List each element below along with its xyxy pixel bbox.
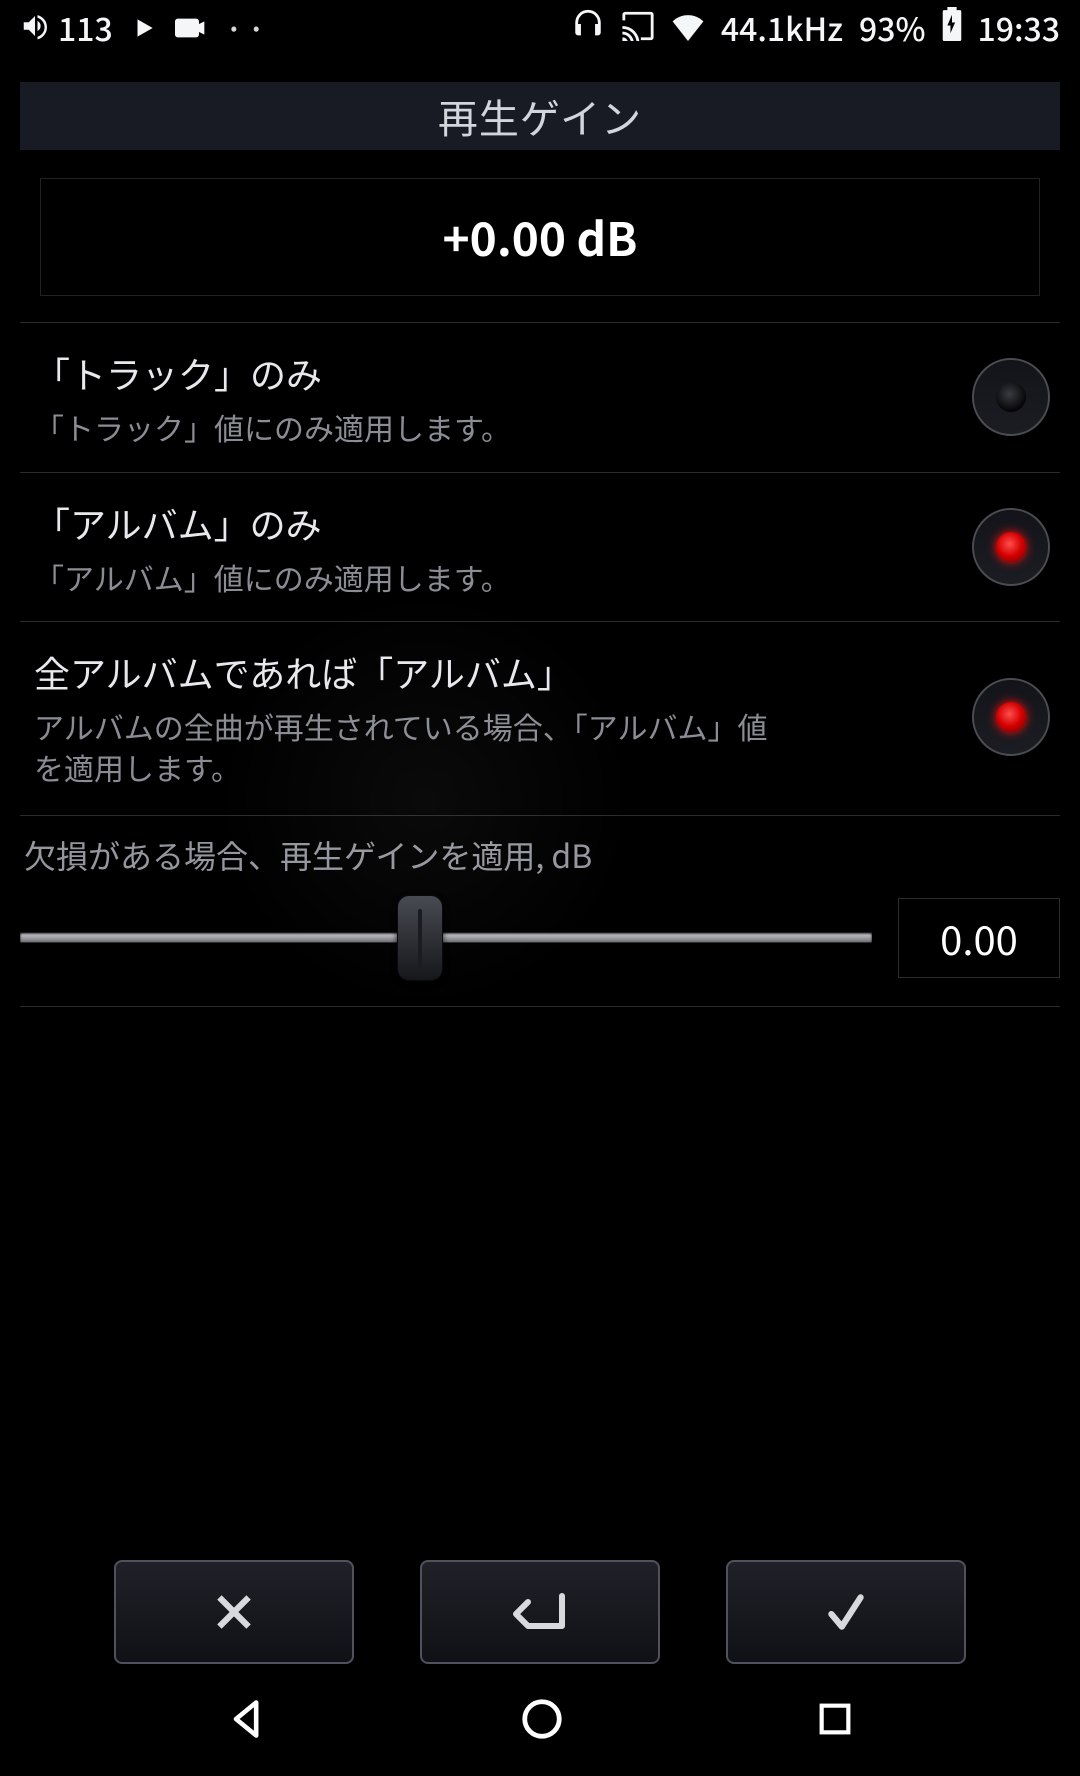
slider-label: 欠損がある場合、再生ゲインを適用, dB xyxy=(24,832,1060,878)
play-icon xyxy=(131,5,157,51)
option-row-album-if-full[interactable]: 全アルバムであれば「アルバム」 アルバムの全曲が再生されている場合、「アルバム」… xyxy=(20,621,1060,811)
option-row-track-only[interactable]: 「トラック」のみ 「トラック」値にのみ適用します。 xyxy=(20,322,1060,472)
sample-rate: 44.1kHz xyxy=(721,5,843,51)
slider-track xyxy=(20,933,872,944)
radio-album-only[interactable] xyxy=(972,508,1050,586)
nav-home-button[interactable] xyxy=(519,1696,565,1747)
cast-icon xyxy=(621,5,655,51)
option-title: 全アルバムであれば「アルバム」 xyxy=(34,646,972,698)
dialog-header: 再生ゲイン xyxy=(20,82,1060,150)
fallback-gain-section: 欠損がある場合、再生ゲインを適用, dB 0.00 xyxy=(20,815,1060,1007)
battery-charging-icon xyxy=(942,5,962,51)
option-title: 「アルバム」のみ xyxy=(34,497,972,549)
radio-track-only[interactable] xyxy=(972,358,1050,436)
slider-thumb[interactable] xyxy=(397,895,443,981)
video-icon xyxy=(175,5,207,51)
volume-level: 113 xyxy=(58,5,113,51)
more-icon: ·· xyxy=(225,5,270,51)
option-row-album-only[interactable]: 「アルバム」のみ 「アルバム」値にのみ適用します。 xyxy=(20,472,1060,622)
gain-value-text: +0.00 dB xyxy=(443,204,638,270)
reset-button[interactable] xyxy=(420,1560,660,1664)
confirm-button[interactable] xyxy=(726,1560,966,1664)
dialog-buttons xyxy=(0,1560,1080,1664)
radio-album-if-full[interactable] xyxy=(972,678,1050,756)
nav-recents-button[interactable] xyxy=(815,1699,855,1744)
volume-icon xyxy=(20,5,50,51)
fallback-gain-slider[interactable] xyxy=(20,908,872,968)
dialog-title: 再生ゲイン xyxy=(438,87,642,145)
clock: 19:33 xyxy=(978,5,1061,51)
option-title: 「トラック」のみ xyxy=(34,347,972,399)
slider-value-text: 0.00 xyxy=(940,909,1018,967)
nav-back-button[interactable] xyxy=(225,1697,269,1746)
headphones-icon xyxy=(571,5,605,51)
option-subtitle: 「トラック」値にのみ適用します。 xyxy=(34,407,774,448)
gain-value-display[interactable]: +0.00 dB xyxy=(40,178,1040,296)
wifi-icon xyxy=(671,5,705,51)
option-subtitle: 「アルバム」値にのみ適用します。 xyxy=(34,557,774,598)
slider-value-box[interactable]: 0.00 xyxy=(898,898,1060,978)
cancel-button[interactable] xyxy=(114,1560,354,1664)
option-subtitle: アルバムの全曲が再生されている場合、「アルバム」値を適用します。 xyxy=(34,706,774,787)
battery-percent: 93% xyxy=(859,5,926,51)
status-bar: 113 ·· 44.1kHz 93% 19:33 xyxy=(20,0,1060,56)
system-nav-bar xyxy=(0,1666,1080,1776)
